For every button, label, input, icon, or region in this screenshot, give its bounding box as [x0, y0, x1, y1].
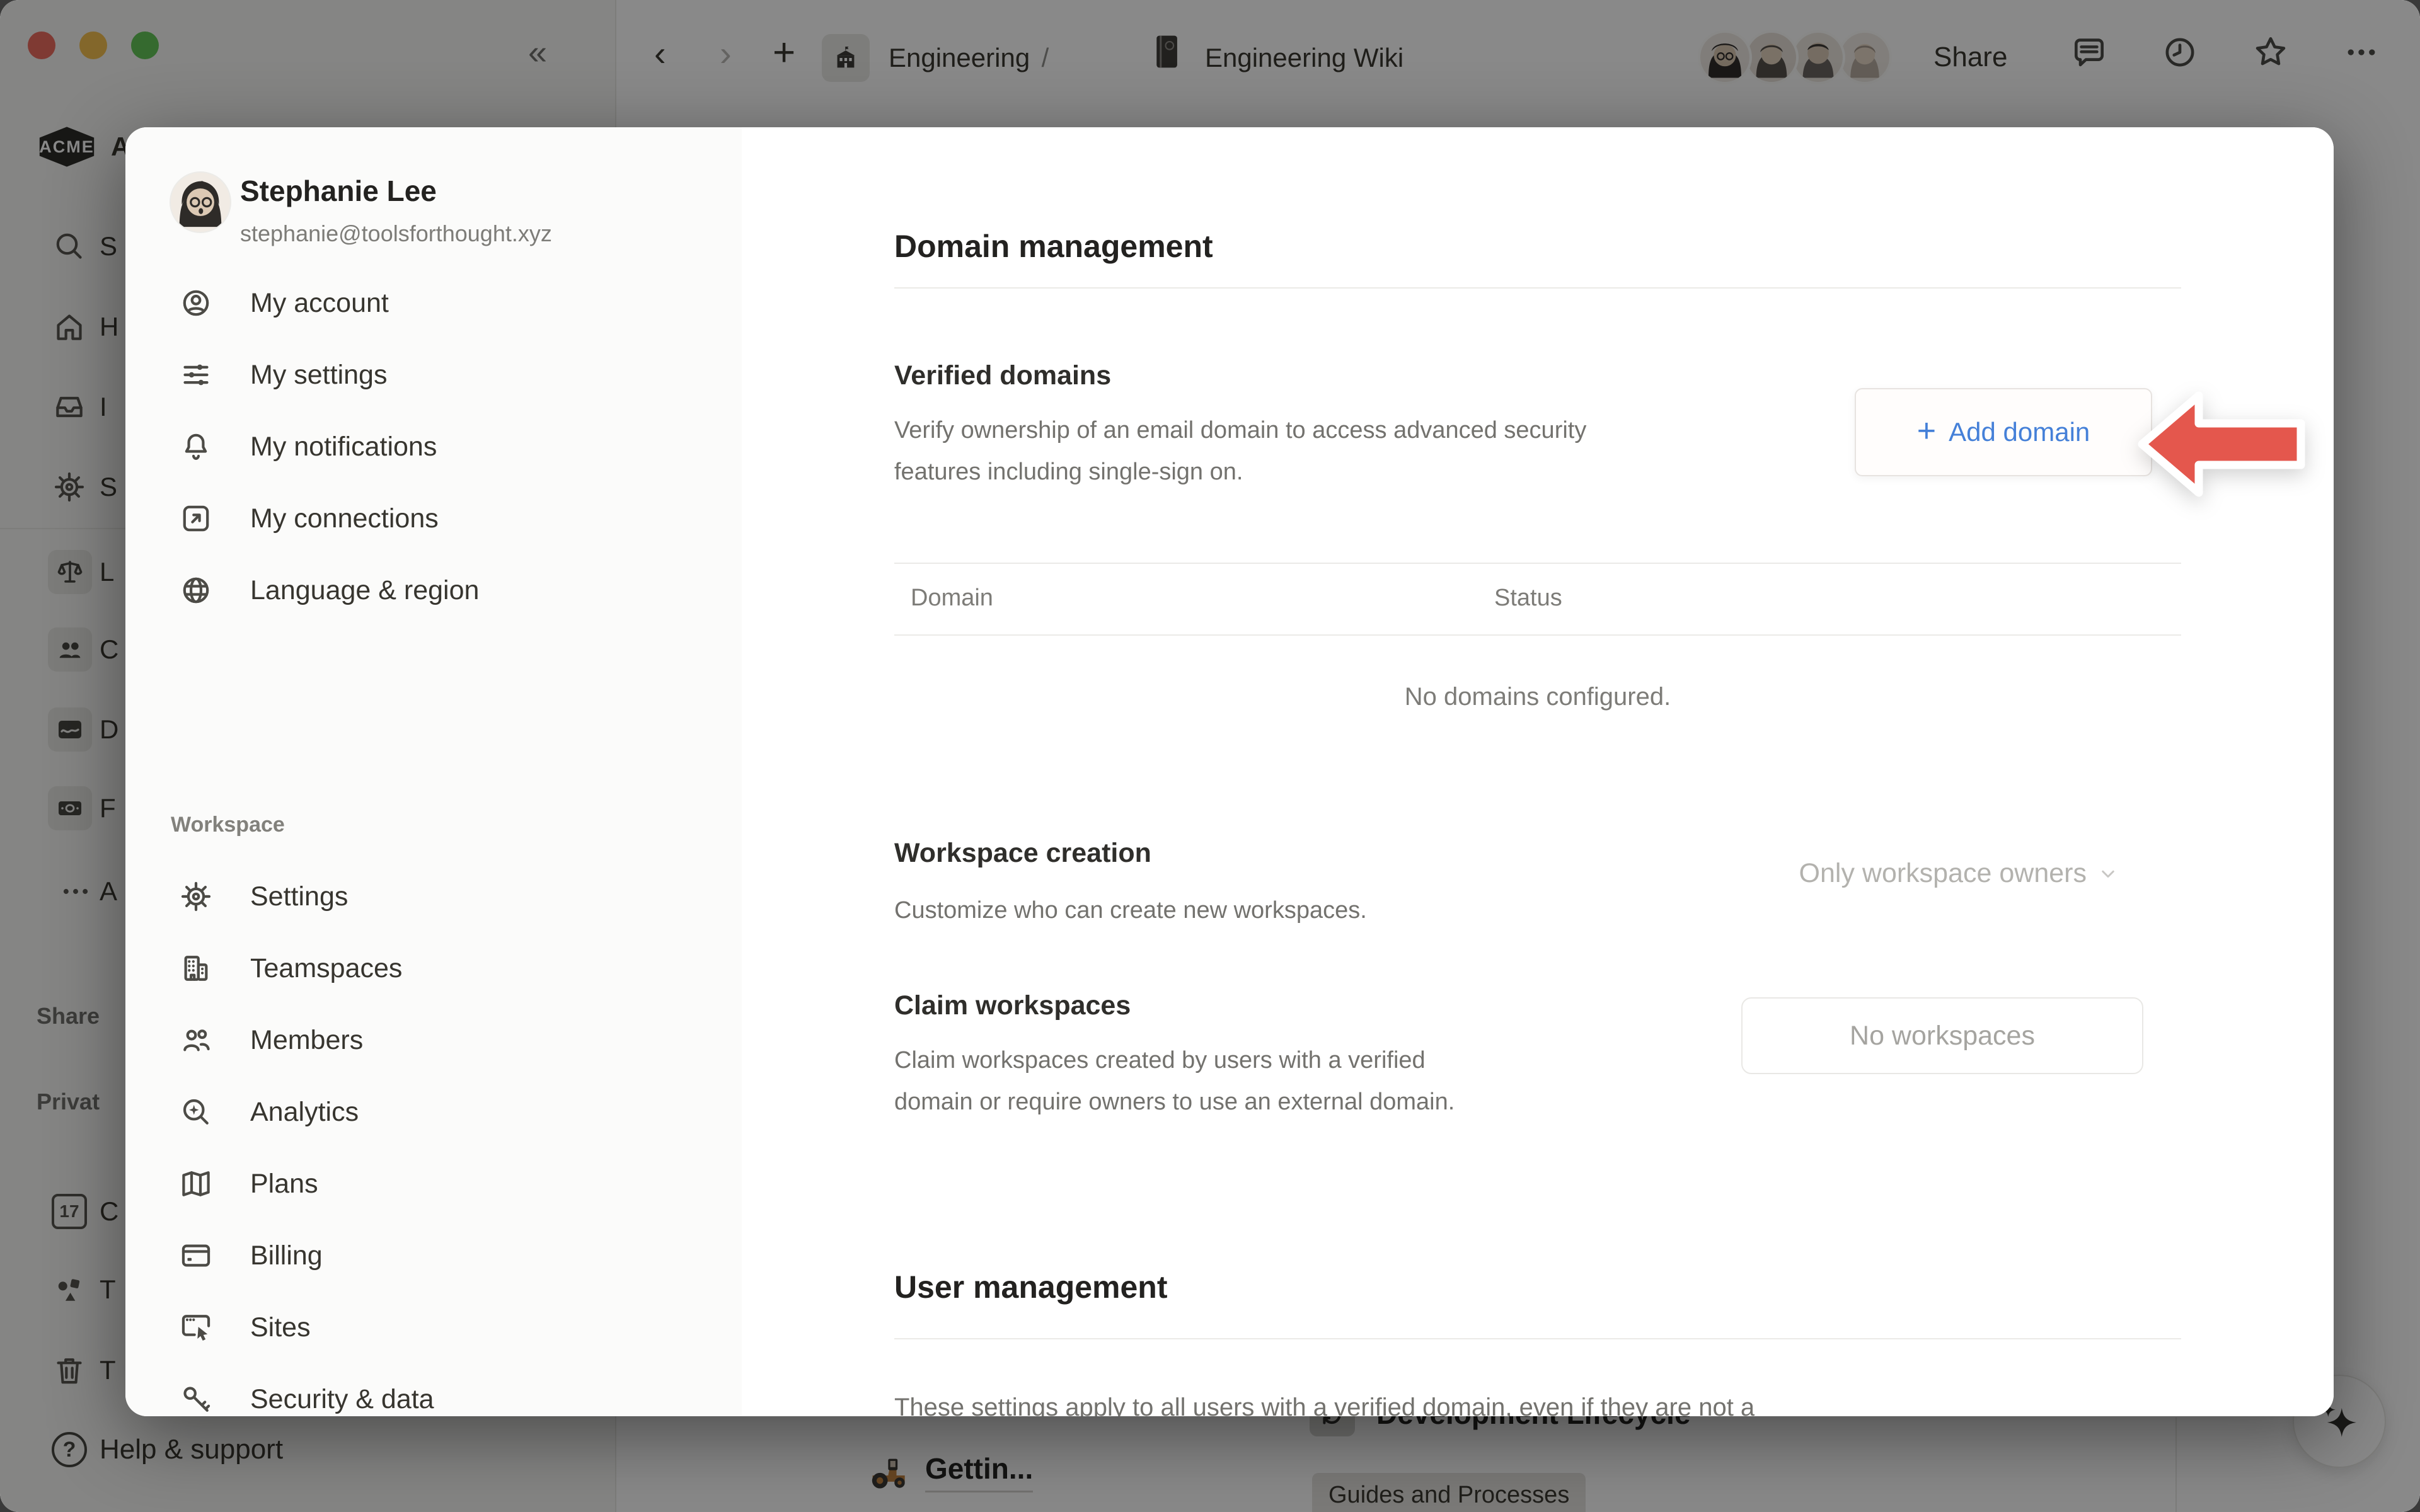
no-workspaces-button[interactable]: No workspaces: [1741, 997, 2143, 1074]
workspace-section-label: Workspace: [171, 813, 285, 837]
settings-sidebar: Stephanie Lee stephanie@toolsforthought.…: [125, 127, 742, 1416]
settings-nav-plans[interactable]: Plans: [149, 1148, 718, 1220]
table-header-domain: Domain: [911, 585, 993, 612]
gear-icon: [178, 879, 214, 914]
settings-nav-my-account[interactable]: My account: [149, 267, 718, 339]
table-header-status: Status: [1494, 585, 1562, 612]
workspace-creation-description: Customize who can create new workspaces.: [894, 890, 1367, 931]
settings-nav-language-region[interactable]: Language & region: [149, 554, 718, 626]
add-domain-button[interactable]: + Add domain: [1855, 388, 2152, 476]
settings-nav-teamspaces[interactable]: Teamspaces: [149, 932, 718, 1004]
workspace-creation-dropdown[interactable]: Only workspace owners: [1799, 858, 2119, 889]
settings-modal: Stephanie Lee stephanie@toolsforthought.…: [125, 127, 2334, 1416]
settings-nav-my-notifications[interactable]: My notifications: [149, 411, 718, 483]
settings-content: Domain management Verified domains Verif…: [742, 127, 2334, 1416]
sliders-icon: [178, 357, 214, 392]
section-divider: [894, 287, 2181, 289]
bell-icon: [178, 429, 214, 464]
annotation-arrow-icon: [2133, 384, 2310, 504]
user-avatar: [171, 173, 230, 232]
settings-nav-sites[interactable]: Sites: [149, 1292, 718, 1363]
globe-icon: [178, 573, 214, 608]
chevron-down-icon: [2097, 862, 2119, 885]
user-name: Stephanie Lee: [240, 174, 437, 208]
credit-card-icon: [178, 1238, 214, 1273]
table-empty-state: No domains configured.: [894, 683, 2181, 711]
key-icon: [178, 1382, 214, 1416]
magnifier-sparkle-icon: [178, 1094, 214, 1130]
browser-cursor-icon: [178, 1310, 214, 1345]
person-circle-icon: [178, 285, 214, 321]
user-management-clipped-text: These settings apply to all users with a…: [894, 1394, 1754, 1416]
workspace-creation-heading: Workspace creation: [894, 838, 1151, 869]
table-top-border: [894, 563, 2181, 564]
page-title: Domain management: [894, 228, 1213, 265]
settings-nav-my-settings[interactable]: My settings: [149, 339, 718, 411]
user-email: stephanie@toolsforthought.xyz: [240, 220, 552, 247]
claim-workspaces-description: Claim workspaces created by users with a…: [894, 1040, 1455, 1123]
app-window: « ACME A S H I S L: [0, 0, 2420, 1512]
map-icon: [178, 1166, 214, 1201]
section-divider: [894, 1338, 2181, 1339]
settings-nav-billing[interactable]: Billing: [149, 1220, 718, 1292]
verified-domains-description: Verify ownership of an email domain to a…: [894, 410, 1586, 493]
arrow-out-box-icon: [178, 501, 214, 536]
user-management-heading: User management: [894, 1269, 1168, 1305]
verified-domains-heading: Verified domains: [894, 360, 1111, 391]
claim-workspaces-heading: Claim workspaces: [894, 990, 1131, 1021]
plus-icon: +: [1917, 415, 1936, 447]
settings-nav-analytics[interactable]: Analytics: [149, 1076, 718, 1148]
settings-nav-settings[interactable]: Settings: [149, 861, 718, 932]
settings-nav-security-data[interactable]: Security & data: [149, 1363, 718, 1416]
settings-nav-members[interactable]: Members: [149, 1004, 718, 1076]
table-bottom-border: [894, 634, 2181, 636]
members-icon: [178, 1022, 214, 1058]
building-icon: [178, 951, 214, 986]
settings-nav-my-connections[interactable]: My connections: [149, 483, 718, 554]
